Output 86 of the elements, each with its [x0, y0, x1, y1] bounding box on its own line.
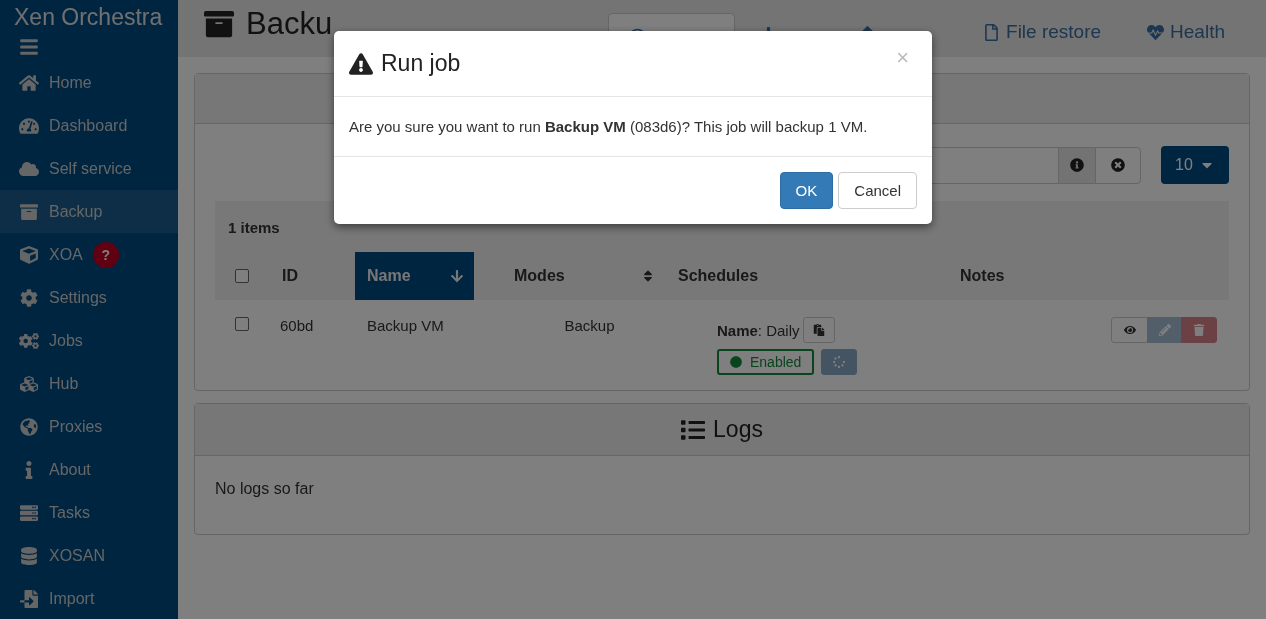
pencil-icon	[1158, 324, 1171, 336]
sidebar-label: Home	[49, 73, 92, 92]
cubes-icon	[19, 374, 39, 393]
info-icon	[1070, 158, 1084, 172]
settings-icon	[19, 288, 39, 307]
sidebar-item[interactable]: XOA ?	[0, 233, 178, 276]
sidebar-label: XOSAN	[49, 546, 105, 565]
menu-icon[interactable]	[19, 37, 39, 57]
panel-title: Logs	[713, 416, 763, 443]
sidebar-label: Tasks	[49, 503, 90, 522]
sort-descending-icon	[450, 269, 464, 283]
sidebar-label: Hub	[49, 374, 79, 393]
warning-icon	[349, 52, 373, 75]
sidebar-item[interactable]: Import	[0, 577, 178, 619]
server-icon	[19, 503, 39, 522]
column-header[interactable]: Notes	[945, 252, 1229, 300]
sidebar-label: Backup	[49, 202, 103, 221]
paste-icon	[812, 324, 825, 336]
sidebar-label: Self service	[49, 159, 132, 178]
sidebar-item[interactable]: Dashboard	[0, 104, 178, 147]
select-all-checkbox[interactable]	[235, 269, 249, 283]
heartbeat-icon	[1147, 23, 1165, 41]
cube-icon	[19, 245, 39, 264]
table-cell: 60bd	[280, 317, 314, 334]
empty-message: No logs so far	[215, 480, 315, 498]
spinner-icon	[833, 356, 846, 368]
clear-button[interactable]	[1095, 146, 1141, 184]
file-icon	[19, 589, 39, 608]
view-button[interactable]	[1111, 317, 1148, 343]
archive-icon	[204, 9, 234, 39]
table-cell: Backup	[564, 317, 615, 334]
cloud-icon	[19, 159, 39, 178]
sort-icon	[641, 269, 655, 283]
table-cell: Backup VM	[367, 317, 444, 334]
edit-button[interactable]	[1147, 317, 1182, 343]
row-checkbox[interactable]	[235, 317, 249, 331]
ok-button[interactable]: OK	[779, 172, 834, 209]
copy-button[interactable]	[802, 317, 835, 343]
nav-tab[interactable]: File restore	[962, 8, 1123, 56]
sidebar-item[interactable]: Home	[0, 61, 178, 104]
sidebar-label: Import	[49, 589, 95, 608]
home-icon	[19, 73, 39, 92]
cancel-button[interactable]: Cancel	[838, 172, 917, 209]
column-header[interactable]: Name	[355, 252, 474, 300]
sidebar-item[interactable]: Jobs	[0, 319, 178, 362]
help-badge: ?	[92, 241, 119, 268]
sidebar-item[interactable]: Self service	[0, 147, 178, 190]
sidebar-item[interactable]: XOSAN	[0, 534, 178, 577]
page-title: Backu	[204, 6, 333, 42]
globe-icon	[19, 417, 39, 436]
close-icon	[1111, 158, 1125, 172]
sidebar-item[interactable]: Tasks	[0, 491, 178, 534]
list-icon	[681, 417, 706, 442]
sidebar-item[interactable]: Hub	[0, 362, 178, 405]
trash-icon	[1193, 324, 1205, 336]
sidebar-label: XOA	[49, 245, 83, 264]
schedule-name: Name: Daily	[717, 321, 800, 339]
delete-button[interactable]	[1181, 317, 1217, 343]
sidebar-label: Dashboard	[49, 116, 128, 135]
sidebar-item[interactable]: Proxies	[0, 405, 178, 448]
sidebar-label: Settings	[49, 288, 107, 307]
dialog-title: Run job	[349, 50, 461, 77]
status-toggle[interactable]: Enabled	[717, 349, 815, 375]
sidebar-label: Proxies	[49, 417, 103, 436]
run-button[interactable]	[821, 349, 858, 375]
dashboard-icon	[19, 116, 39, 135]
sidebar-label: Jobs	[49, 331, 83, 350]
close-button[interactable]: ×	[888, 45, 917, 71]
page-size-dropdown[interactable]: 10	[1161, 146, 1229, 184]
gears-icon	[19, 331, 39, 350]
eye-icon	[1123, 324, 1136, 336]
column-header[interactable]: ID	[268, 252, 355, 300]
sidebar-item[interactable]: Backup	[0, 190, 178, 233]
sidebar-label: About	[49, 460, 91, 479]
column-header[interactable]: Schedules	[665, 252, 945, 300]
dialog-message: Are you sure you want to run Backup VM (083d6)? This job will backup 1 VM.	[349, 118, 868, 135]
database-icon	[19, 546, 39, 565]
info-button[interactable]	[1058, 146, 1096, 184]
nav-tab[interactable]: Health	[1126, 8, 1246, 56]
sidebar-item[interactable]: Settings	[0, 276, 178, 319]
column-header[interactable]: Modes	[474, 252, 665, 300]
app-title: Xen Orchestra	[13, 3, 164, 31]
archive-icon	[19, 202, 39, 221]
sidebar-item[interactable]: About	[0, 448, 178, 491]
file-icon	[983, 23, 1001, 41]
item-count: 1 items	[227, 218, 281, 238]
